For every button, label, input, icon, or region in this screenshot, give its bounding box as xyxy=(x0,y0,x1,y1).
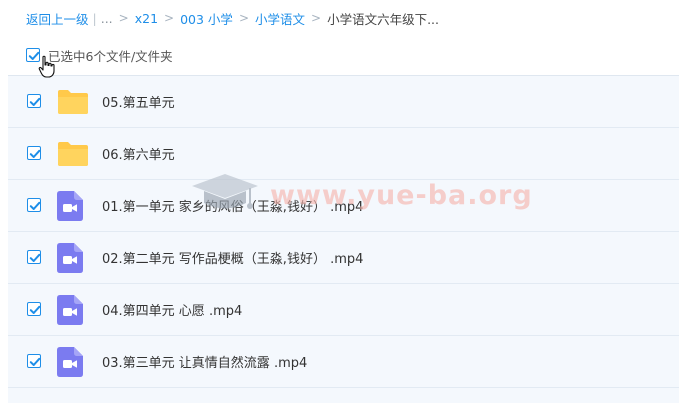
file-name[interactable]: 04.第四单元 心愿 .mp4 xyxy=(102,300,242,319)
checkmark-icon xyxy=(29,201,41,210)
row-checkbox[interactable] xyxy=(27,146,41,160)
chevron-right-icon: > xyxy=(118,11,129,25)
checkmark-icon xyxy=(29,305,41,314)
row-checkbox[interactable] xyxy=(27,198,41,212)
file-name[interactable]: 06.第六单元 xyxy=(102,144,175,163)
file-name[interactable]: 05.第五单元 xyxy=(102,92,175,111)
row-checkbox[interactable] xyxy=(27,250,41,264)
folder-icon xyxy=(58,89,88,114)
list-item[interactable]: 06.第六单元 xyxy=(8,128,679,180)
breadcrumb-current: 小学语文六年级下... xyxy=(327,11,439,27)
checkmark-icon xyxy=(29,149,41,158)
selection-count-label: 已选中6个文件/文件夹 xyxy=(48,48,173,64)
checkmark-icon xyxy=(29,253,41,262)
folder-icon xyxy=(58,141,88,166)
breadcrumb-ellipsis[interactable]: ... xyxy=(101,11,113,26)
watermark: www.yue-ba.org xyxy=(190,170,532,224)
file-name[interactable]: 03.第三单元 让真情自然流露 .mp4 xyxy=(102,352,307,371)
back-link[interactable]: 返回上一级 xyxy=(26,9,89,28)
breadcrumb-item-x21[interactable]: x21 xyxy=(135,11,158,26)
video-file-icon xyxy=(57,190,83,221)
video-file-icon xyxy=(57,294,83,325)
row-checkbox[interactable] xyxy=(27,302,41,316)
breadcrumb-item-003[interactable]: 003 小学 xyxy=(180,9,233,28)
breadcrumb: 返回上一级 | ... > x21 > 003 小学 > 小学语文 > 小学语文… xyxy=(26,9,439,27)
row-checkbox[interactable] xyxy=(27,94,41,108)
list-item[interactable]: 02.第二单元 写作品梗概（王淼,钱好） .mp4 xyxy=(8,232,679,284)
video-file-icon xyxy=(57,346,83,377)
breadcrumb-divider: | xyxy=(92,10,97,26)
list-item[interactable]: 03.第三单元 让真情自然流露 .mp4 xyxy=(8,336,679,388)
hand-cursor-icon xyxy=(38,55,55,78)
breadcrumb-item-chinese[interactable]: 小学语文 xyxy=(255,9,305,28)
file-list: 05.第五单元 06.第六单元 01.第一单元 家乡的风俗（王淼,钱好） .mp… xyxy=(8,75,679,403)
chevron-right-icon: > xyxy=(311,11,322,25)
watermark-text: www.yue-ba.org xyxy=(270,180,533,211)
checkmark-icon xyxy=(29,357,41,366)
list-item[interactable]: 05.第五单元 xyxy=(8,76,679,128)
video-file-icon xyxy=(57,242,83,273)
chevron-right-icon: > xyxy=(238,11,249,25)
file-name[interactable]: 02.第二单元 写作品梗概（王淼,钱好） .mp4 xyxy=(102,248,363,267)
list-item[interactable]: 04.第四单元 心愿 .mp4 xyxy=(8,284,679,336)
chevron-right-icon: > xyxy=(164,11,175,25)
row-checkbox[interactable] xyxy=(27,354,41,368)
graduation-cap-icon xyxy=(192,174,258,209)
checkmark-icon xyxy=(29,97,41,106)
